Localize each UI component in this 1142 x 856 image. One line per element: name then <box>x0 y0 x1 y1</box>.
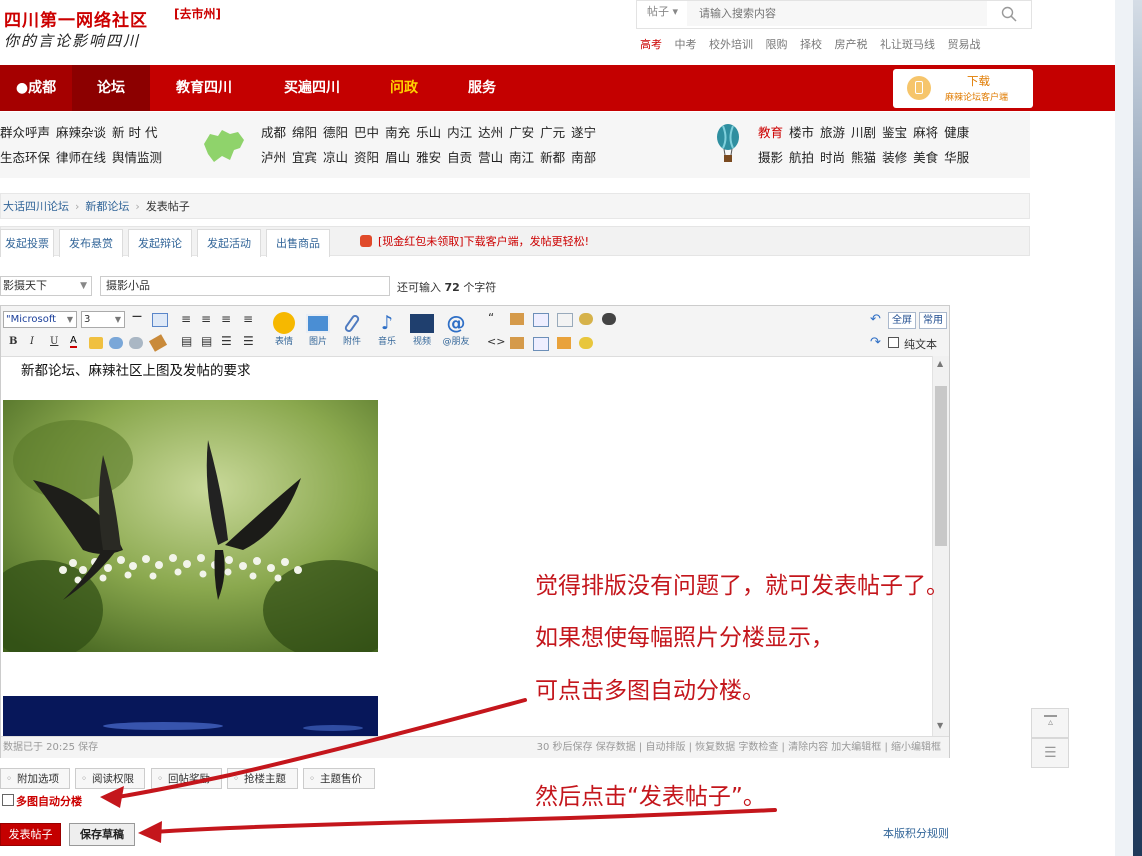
desktop-background-strip <box>1133 0 1142 856</box>
arrow-to-auto-floor <box>110 698 527 800</box>
arrow-head-icon <box>138 821 162 843</box>
arrow-up-icon: ▵ <box>1044 715 1057 728</box>
list-view-button[interactable]: ☰ <box>1031 738 1069 768</box>
back-to-top-button[interactable]: ▵ <box>1031 708 1069 738</box>
annotation-arrows <box>100 698 777 843</box>
list-icon: ☰ <box>1044 745 1057 761</box>
arrow-to-publish <box>150 808 777 834</box>
arrow-head-icon <box>100 786 124 808</box>
